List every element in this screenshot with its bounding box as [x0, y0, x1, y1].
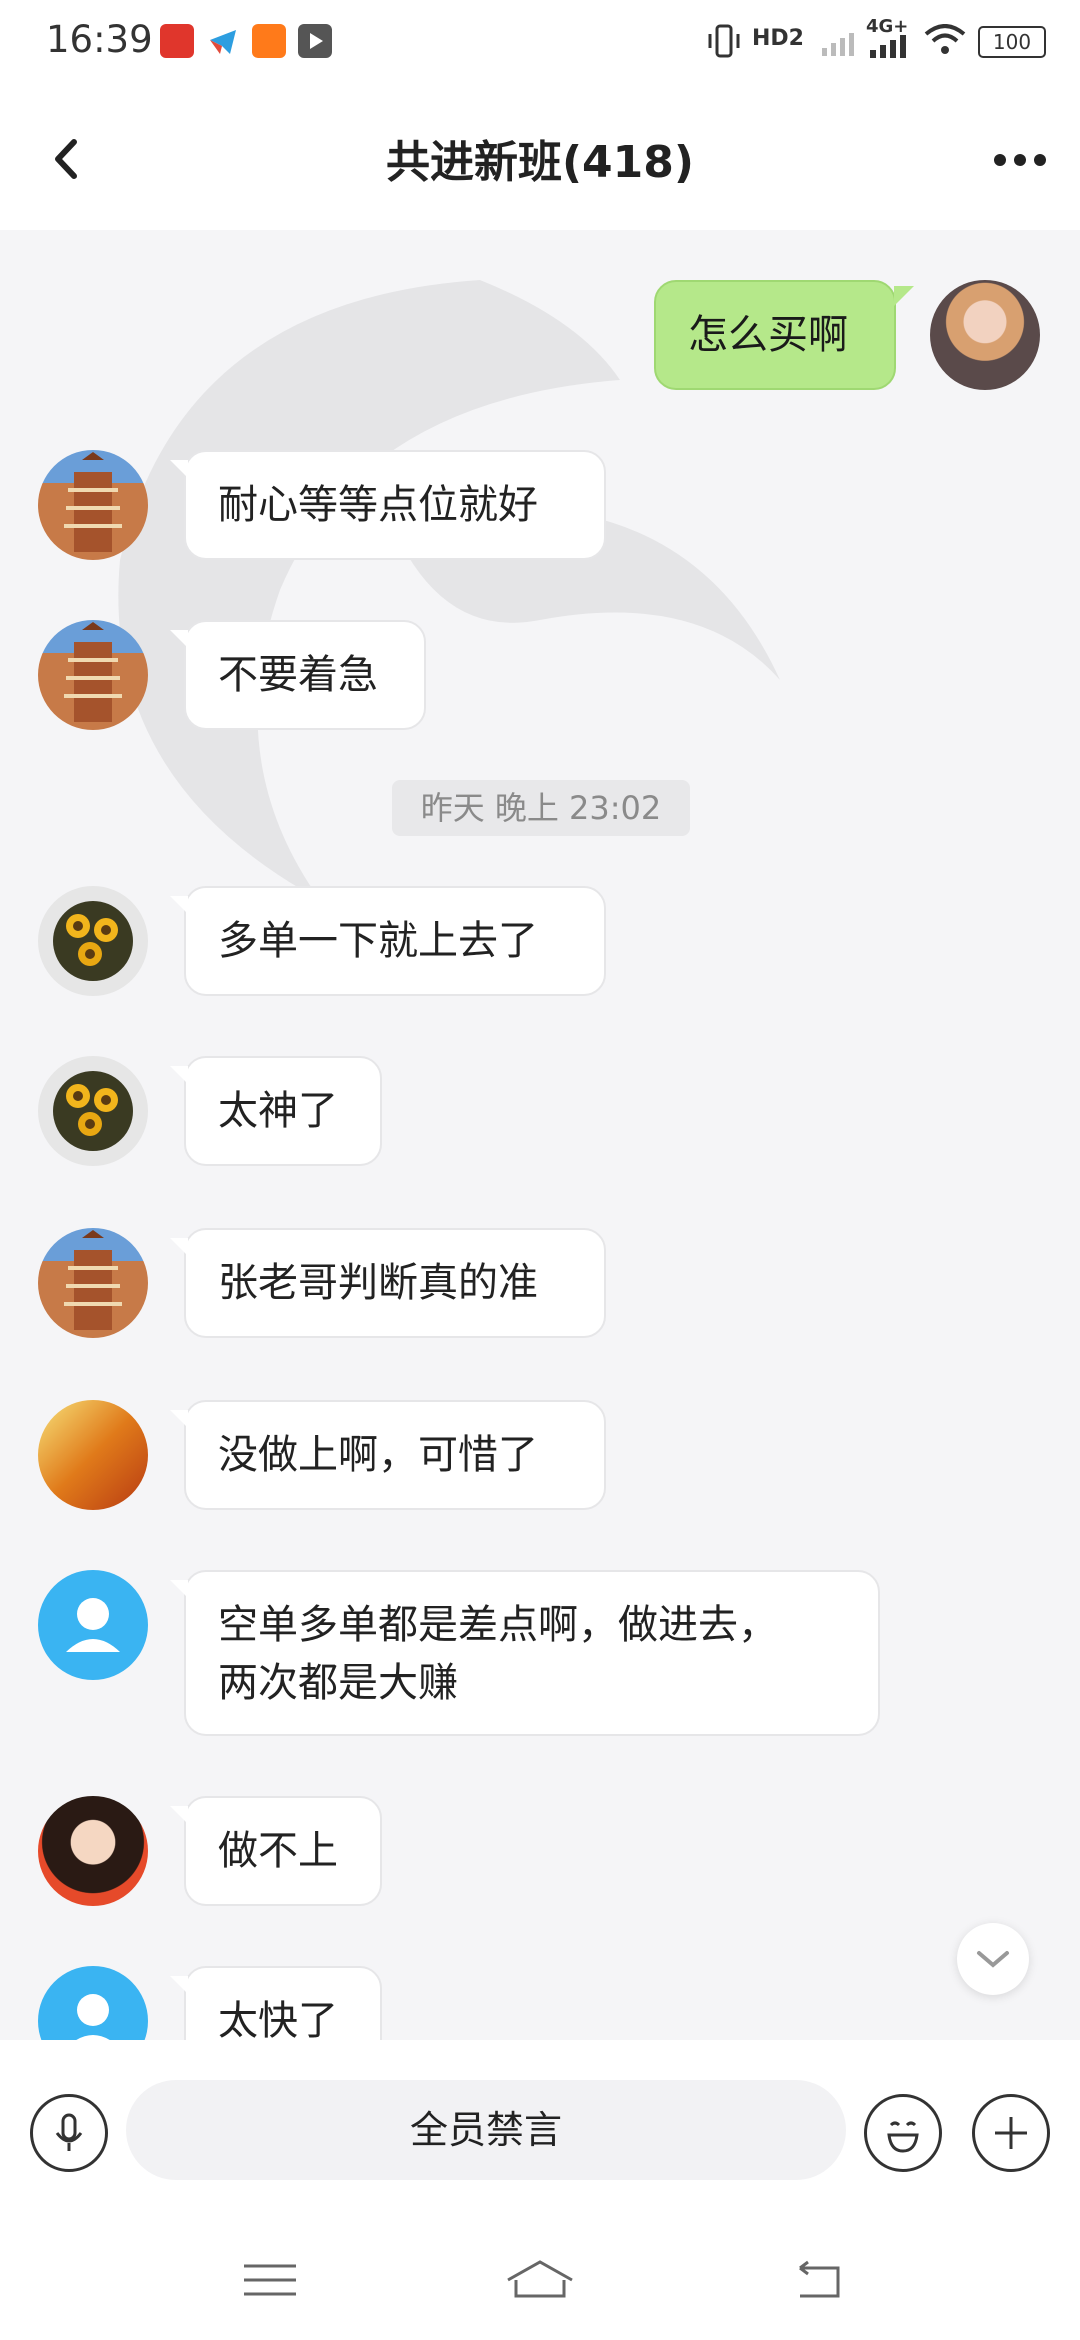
member-avatar-temple[interactable] — [38, 450, 148, 560]
member-avatar-temple[interactable] — [38, 620, 148, 730]
default-avatar[interactable] — [38, 1966, 148, 2040]
app-notification-icon — [160, 24, 194, 58]
chevron-down-icon — [977, 1951, 1009, 1968]
status-time: 16:39 — [46, 18, 153, 61]
more-actions-button[interactable] — [972, 2094, 1050, 2172]
mute-all-indicator: 全员禁言 — [126, 2080, 846, 2180]
member-avatar-autumn[interactable] — [38, 1400, 148, 1510]
emoji-icon — [887, 2121, 919, 2153]
fox-app-notification-icon — [252, 24, 286, 58]
message-bubble[interactable]: 张老哥判断真的准 — [170, 1228, 606, 1338]
chat-header: 共进新班(418) — [0, 82, 1080, 230]
user-icon — [76, 1994, 110, 2040]
home-button[interactable] — [500, 2250, 580, 2310]
system-navigation-bar — [0, 2220, 1080, 2340]
mic-icon — [55, 2113, 83, 2151]
message-bubble[interactable]: 没做上啊，可惜了 — [170, 1400, 606, 1510]
home-icon — [507, 2260, 573, 2298]
default-avatar[interactable] — [38, 1570, 148, 1680]
member-avatar-woman[interactable] — [38, 1796, 148, 1906]
menu-icon — [244, 2264, 296, 2296]
message-bubble[interactable]: 空单多单都是差点啊，做进去， 两次都是大赚 — [170, 1570, 880, 1736]
member-avatar-sunflower[interactable] — [38, 886, 148, 996]
message-bubble[interactable]: 多单一下就上去了 — [170, 886, 606, 996]
telegram-notification-icon — [206, 24, 240, 58]
plus-icon — [995, 2117, 1027, 2149]
message-bubble[interactable]: 太快了 — [170, 1966, 382, 2040]
back-nav-button[interactable] — [780, 2250, 860, 2310]
status-bar: 16:39 HD2 4G+ 100 — [0, 0, 1080, 82]
user-icon — [66, 1598, 120, 1652]
timestamp-divider: 昨天 晚上 23:02 — [392, 780, 690, 836]
wifi-icon — [924, 24, 966, 60]
chat-message-list[interactable]: 怎么买啊 耐心等等点位就好 不要着急 昨天 晚上 23:02 多单一下就上去了 … — [0, 230, 1080, 2040]
signal-weak-icon — [822, 30, 856, 60]
input-bar: 全员禁言 — [0, 2040, 1080, 2220]
more-options-button[interactable] — [990, 142, 1050, 178]
chat-title: 共进新班(418) — [385, 137, 695, 188]
video-app-notification-icon — [298, 24, 332, 58]
back-nav-icon — [799, 2260, 840, 2298]
vibrate-icon — [706, 24, 742, 62]
member-avatar-temple[interactable] — [38, 1228, 148, 1338]
emoji-button[interactable] — [864, 2094, 942, 2172]
hd-indicator: HD2 — [752, 26, 804, 51]
message-bubble[interactable]: 耐心等等点位就好 — [170, 450, 606, 560]
signal-strong-icon — [870, 34, 910, 62]
battery-indicator: 100 — [978, 26, 1046, 58]
message-bubble[interactable]: 做不上 — [170, 1796, 382, 1906]
menu-button[interactable] — [230, 2250, 310, 2310]
scroll-to-bottom-button[interactable] — [957, 1923, 1029, 1995]
voice-button[interactable] — [30, 2094, 108, 2172]
more-icon — [994, 154, 1046, 166]
my-avatar[interactable] — [930, 280, 1040, 390]
message-bubble[interactable]: 怎么买啊 — [654, 280, 914, 390]
message-bubble[interactable]: 太神了 — [170, 1056, 382, 1166]
message-bubble[interactable]: 不要着急 — [170, 620, 426, 730]
member-avatar-sunflower[interactable] — [38, 1056, 148, 1166]
